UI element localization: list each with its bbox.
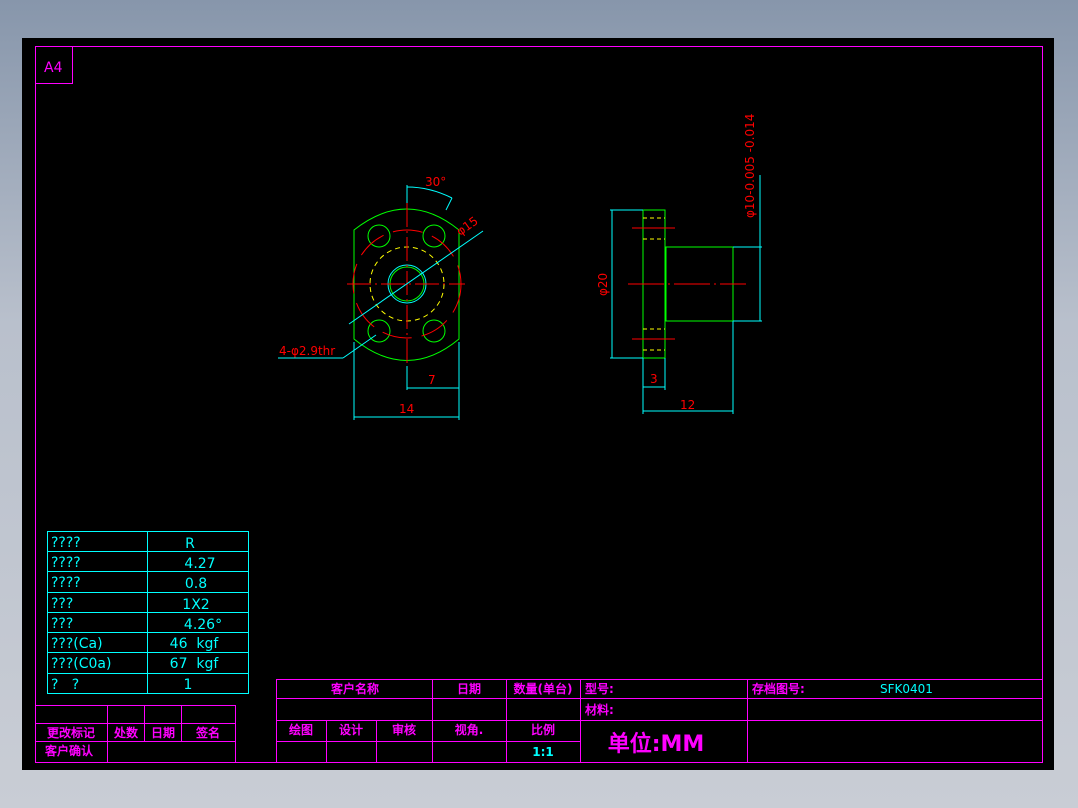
signature-label: 签名 <box>195 725 220 740</box>
scale-label: 比例 <box>531 722 555 737</box>
param-label: ???? <box>51 575 81 591</box>
param-label: ???(Ca) <box>51 636 103 652</box>
cad-drawing-sheet: A4 30° φ15 4-φ2.9thr 7 14 φ20 φ10-0.005 … <box>22 38 1054 770</box>
holes-dim: 4-φ2.9thr <box>279 344 335 358</box>
change-mark-label: 更改标记 <box>47 725 95 740</box>
angle-dim: 30° <box>425 175 446 189</box>
count-label: 处数 <box>113 725 139 740</box>
customer-confirm-label: 客户确认 <box>44 743 94 758</box>
title-date-label: 日期 <box>457 681 481 696</box>
design-label: 设计 <box>339 722 363 737</box>
view-angle-label: 视角. <box>455 722 484 737</box>
sheet-size-label: A4 <box>44 60 63 76</box>
quantity-label: 数量(单台) <box>514 681 573 696</box>
param-value: 46 kgf <box>170 636 220 652</box>
half-width-dim: 7 <box>428 373 436 387</box>
param-label: ???? <box>51 535 81 551</box>
drawn-label: 绘图 <box>289 722 313 737</box>
param-label: ? ? <box>51 677 79 693</box>
param-label: ???(C0a) <box>51 656 111 672</box>
param-value: R <box>185 536 195 552</box>
length-dim: 12 <box>680 398 695 412</box>
flange-dia-dim: φ20 <box>596 273 610 296</box>
unit-label: 单位:MM <box>608 731 705 757</box>
archive-no-value: SFK0401 <box>880 682 933 696</box>
param-value: 0.8 <box>185 576 207 592</box>
param-label: ???? <box>51 555 81 571</box>
scale-value: 1:1 <box>532 745 554 759</box>
param-value: 4.27 <box>184 556 215 572</box>
material-label: 材料: <box>584 702 614 717</box>
review-label: 审核 <box>392 722 416 737</box>
customer-name-label: 客户名称 <box>330 681 379 696</box>
param-label: ??? <box>51 616 73 632</box>
date-label: 日期 <box>151 725 175 740</box>
param-value: 1X2 <box>182 597 209 613</box>
model-label: 型号: <box>585 681 614 696</box>
param-value: 67 kgf <box>170 656 220 672</box>
param-value: 4.26° <box>184 617 222 633</box>
param-label: ??? <box>51 596 73 612</box>
shaft-dia-dim: φ10-0.005 -0.014 <box>743 114 757 218</box>
flange-thk-dim: 3 <box>650 372 658 386</box>
width-dim: 14 <box>399 402 414 416</box>
param-value: 1 <box>184 677 193 693</box>
archive-no-label: 存档图号: <box>751 681 805 696</box>
